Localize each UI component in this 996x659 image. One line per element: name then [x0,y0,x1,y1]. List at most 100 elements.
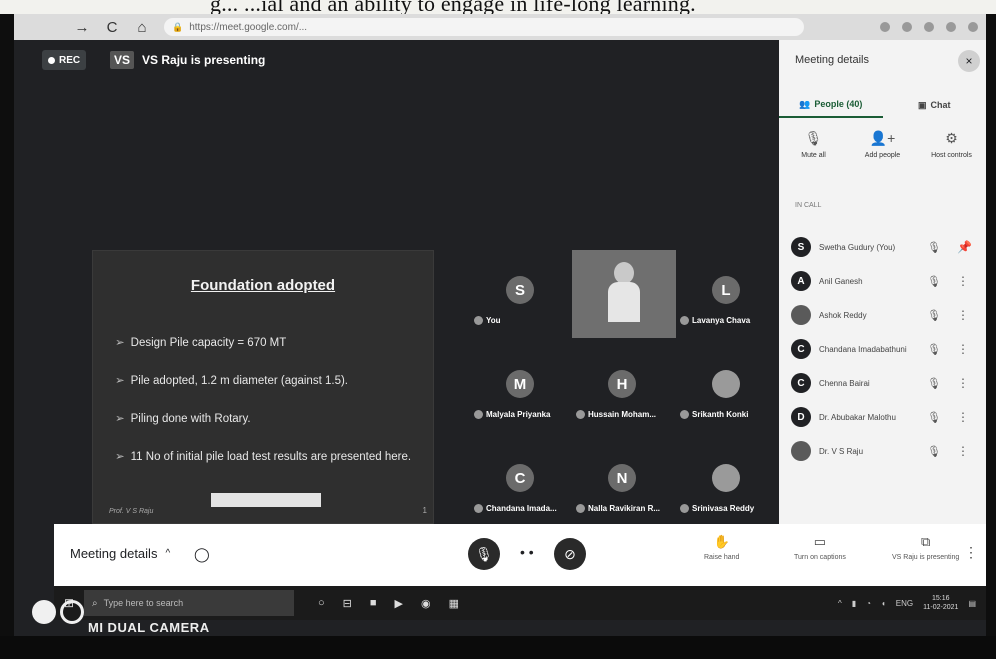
participant-avatar: S [506,276,534,304]
more-vert-icon[interactable]: ⋮ [957,308,969,322]
participant-label: Malyala Priyanka [474,410,550,419]
participant-tile[interactable]: Srinivasa Reddy [676,438,778,526]
mic-off-icon[interactable]: 🎙 [927,275,941,288]
file-explorer-icon[interactable]: ■ [370,597,377,610]
wifi-icon[interactable]: ◔ [866,599,871,608]
mic-toggle-button[interactable]: 🎙 [468,538,500,570]
person-avatar: S [791,237,811,257]
task-view-icon[interactable]: ⊟ [343,597,352,610]
present-button[interactable]: ⧉ VS Raju is presenting [892,534,959,561]
chevron-up-icon: ^ [165,548,171,559]
mic-off-icon [576,504,585,513]
participant-avatar: L [712,276,740,304]
person-name: Dr. Abubakar Malothu [819,412,896,422]
mic-off-icon[interactable]: 🎙 [927,241,941,254]
people-list-item[interactable]: D Dr. Abubakar Malothu 🎙 ⋮ [779,400,986,434]
panel-tabs: 👥 People (40) ▣ Chat [779,92,986,118]
chevron-up-icon[interactable]: ^ [838,599,842,608]
battery-icon[interactable]: ▮ [852,599,856,608]
raise-hand-button[interactable]: ✋ Raise hand [704,534,739,561]
notification-icon[interactable]: ▤ [968,599,976,608]
cortana-icon[interactable]: ○ [318,597,325,610]
participant-tile[interactable]: N Nalla Ravikiran R... [572,438,674,526]
language-indicator[interactable]: ENG [896,599,913,608]
system-tray: ^ ▮ ◔ ◖ ENG 15:16 11-02-2021 ▤ [838,594,976,612]
hand-icon: ✋ [713,534,730,549]
slide-bullet: ➢ Piling done with Rotary. [115,409,425,430]
mute-all-button[interactable]: 🎙 Mute all [784,130,844,190]
close-icon[interactable]: × [958,50,980,72]
more-vert-icon[interactable]: ⋮ [957,274,969,288]
people-icon: 👥 [799,98,811,109]
slide-bullet: ➢ Pile adopted, 1.2 m diameter (against 1… [115,371,425,392]
volume-icon[interactable]: ◖ [881,599,886,608]
mic-off-icon[interactable]: 🎙 [927,377,941,390]
reload-icon[interactable]: C [104,19,120,36]
participant-name: Srikanth Konki [692,410,749,419]
presenter-avatar: VS [110,51,135,69]
participant-avatar: H [608,370,636,398]
person-name: Swetha Gudury (You) [819,242,896,252]
meet-control-bar: Meeting details ^ ◯ 🎙 • • ⊘ ✋ Raise hand… [54,524,986,586]
people-list-item[interactable]: S Swetha Gudury (You) 🎙 📌 [779,230,986,264]
people-list-item[interactable]: Ashok Reddy 🎙 ⋮ [779,298,986,332]
extension-icon[interactable] [924,22,934,32]
address-bar[interactable]: 🔒 https://meet.google.com/... [164,18,804,36]
tab-people[interactable]: 👥 People (40) [779,92,883,118]
participant-tile[interactable]: Srikanth Konki [676,344,778,432]
participant-name: Chandana Imada... [486,504,557,513]
menu-icon[interactable] [968,22,978,32]
mic-off-icon [474,504,483,513]
host-controls-button[interactable]: ⚙ Host controls [922,130,982,190]
person-avatar: A [791,271,811,291]
participant-tile[interactable]: S You [470,250,572,338]
more-dots-icon[interactable]: • • [520,544,534,560]
extension-icon[interactable] [902,22,912,32]
captions-label: Turn on captions [794,554,846,561]
participant-tile[interactable]: L Lavanya Chava [676,250,778,338]
browser-toolbar: → C ⌂ 🔒 https://meet.google.com/... [14,14,986,40]
participant-video-tile[interactable] [572,250,676,338]
more-vert-icon[interactable]: ⋮ [957,342,969,356]
profile-icon[interactable] [946,22,956,32]
tab-chat-label: Chat [930,100,951,110]
people-list-item[interactable]: C Chenna Bairai 🎙 ⋮ [779,366,986,400]
mic-off-icon[interactable]: 🎙 [927,445,941,458]
participant-name: Lavanya Chava [692,316,751,325]
add-people-button[interactable]: 👤+ Add people [853,130,913,190]
app-icon[interactable]: ▦ [449,597,459,610]
participant-name: Nalla Ravikiran R... [588,504,661,513]
extension-icon[interactable] [880,22,890,32]
home-icon[interactable]: ⌂ [134,19,150,36]
taskbar-search[interactable]: ⌕ Type here to search [84,590,294,616]
more-vert-icon[interactable]: ⋮ [957,376,969,390]
people-list-item[interactable]: C Chandana Imadabathuni 🎙 ⋮ [779,332,986,366]
more-vert-icon[interactable]: ⋮ [957,444,969,458]
more-options-icon[interactable]: ⋮ [964,544,978,561]
participant-tile[interactable]: C Chandana Imada... [470,438,572,526]
captions-icon: ▭ [813,534,827,549]
forward-icon[interactable]: → [74,19,90,36]
mic-off-icon [680,316,689,325]
participant-tile[interactable]: H Hussain Moham... [572,344,674,432]
record-dot-icon [48,56,55,64]
chrome-icon[interactable]: ◉ [421,597,431,610]
mic-off-icon[interactable]: 🎙 [927,411,941,424]
captions-button[interactable]: ▭ Turn on captions [794,534,846,561]
meeting-details-button[interactable]: Meeting details ^ [70,546,170,561]
bullet-arrow-icon: ➢ [115,413,125,425]
mic-off-icon[interactable]: 🎙 [927,343,941,356]
media-player-icon[interactable]: ▶ [395,597,403,610]
people-list-item[interactable]: Dr. V S Raju 🎙 ⋮ [779,434,986,468]
people-list-item[interactable]: A Anil Ganesh 🎙 ⋮ [779,264,986,298]
taskbar-clock[interactable]: 15:16 11-02-2021 [923,594,958,612]
activities-icon[interactable]: ◯ [194,546,210,563]
camera-toggle-button[interactable]: ⊘ [554,538,586,570]
pin-icon[interactable]: 📌 [957,240,972,254]
participant-tile[interactable]: M Malyala Priyanka [470,344,572,432]
mic-off-icon: 🎙 [804,130,823,146]
slide-bullets: ➢ Design Pile capacity = 670 MT ➢ Pile ado… [115,333,425,485]
tab-chat[interactable]: ▣ Chat [883,92,987,118]
mic-off-icon[interactable]: 🎙 [927,309,941,322]
more-vert-icon[interactable]: ⋮ [957,410,969,424]
